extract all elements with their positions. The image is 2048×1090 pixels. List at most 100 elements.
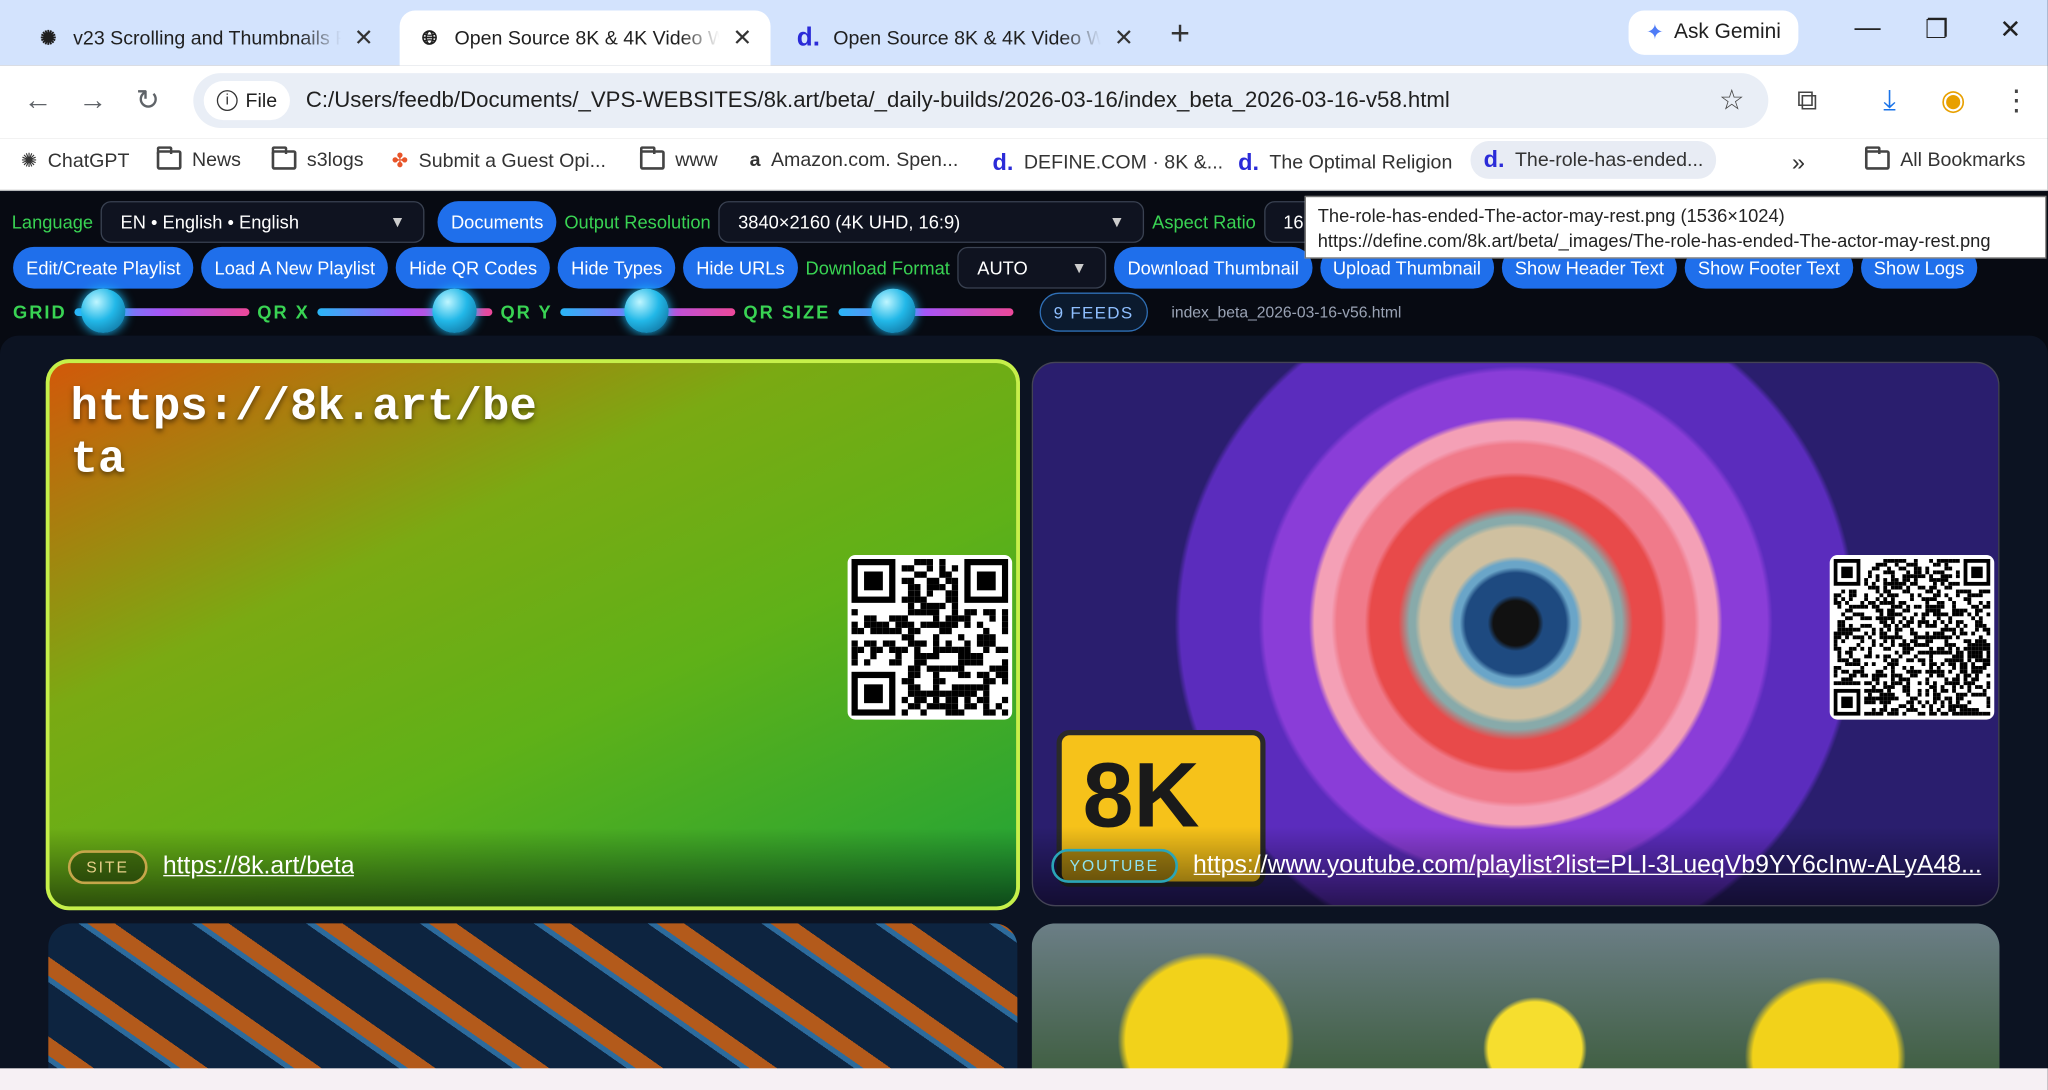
bookmark-submit-guest[interactable]: ✤ Submit a Guest Opi... (392, 149, 606, 173)
cast-search-icon[interactable]: ⧉ (1797, 84, 1818, 118)
grid-slider[interactable] (74, 288, 250, 334)
pinwheel-icon: ✤ (391, 150, 409, 173)
bookmark-define[interactable]: d. DEFINE.COM · 8K &... (993, 149, 1224, 176)
chevron-down-icon: ▼ (389, 212, 406, 232)
define-d-icon: d. (1238, 148, 1259, 176)
url-text[interactable]: C:/Users/feedb/Documents/_VPS-WEBSITES/8… (306, 88, 1450, 114)
chatgpt-icon: ✺ (40, 27, 57, 50)
download-format-value: AUTO (977, 257, 1028, 279)
bookmarks-bar: ✺ ChatGPT News s3logs ✤ Submit a Guest Opi… (0, 138, 2048, 191)
page-content: Language EN • English • English ▼ Documen… (0, 191, 2048, 1090)
profile-avatar-icon[interactable]: ◉ (1941, 84, 1966, 118)
menu-dots-icon[interactable]: ⋮ (2002, 84, 2031, 118)
bookmark-label: The-role-has-ended... (1514, 148, 1704, 172)
download-format-select[interactable]: AUTO ▼ (957, 246, 1107, 289)
image-tooltip: The-role-has-ended-The-actor-may-rest.pn… (1304, 195, 2047, 259)
address-bar[interactable]: i File C:/Users/feedb/Documents/_VPS-WEB… (193, 73, 1769, 128)
output-resolution-select[interactable]: 3840×2160 (4K UHD, 16:9) ▼ (718, 201, 1145, 243)
feed-card-thumbnail-4[interactable] (1031, 923, 2000, 1090)
bookmark-www[interactable]: www (639, 146, 718, 171)
define-d-icon: d. (992, 148, 1014, 176)
hide-urls-button[interactable]: Hide URLs (683, 246, 798, 289)
folder-icon (156, 146, 182, 170)
more-bookmarks-chevron-icon[interactable]: » (1792, 149, 1805, 176)
new-tab-button[interactable]: + (1170, 13, 1190, 53)
all-bookmarks[interactable]: All Bookmarks (1864, 146, 2026, 172)
download-icon[interactable]: ⤓ (1883, 84, 1896, 118)
qr-code (1829, 555, 1995, 720)
qr-code (847, 555, 1013, 720)
output-resolution-value: 3840×2160 (4K UHD, 16:9) (738, 211, 961, 233)
hide-types-button[interactable]: Hide Types (558, 246, 676, 289)
gemini-sparkle-icon: ✦ (1646, 22, 1664, 45)
language-label: Language (11, 211, 94, 233)
bookmark-role-has-ended[interactable]: d. The-role-has-ended... (1470, 141, 1717, 179)
qr-code-image (1833, 558, 1991, 716)
close-window-icon[interactable]: ✕ (1999, 13, 2021, 46)
close-tab-icon[interactable]: ✕ (354, 24, 374, 51)
tab-title: v23 Scrolling and Thumbnails Fi (73, 26, 341, 49)
controls-row-sliders: GRID QR X QR Y QR SIZE 9 FEEDS index_bet… (13, 288, 1401, 334)
restore-icon[interactable]: ❐ (1925, 13, 1948, 46)
feed-card-youtube[interactable]: 8K YOUTUBE https://www.youtube.com/playl… (1031, 361, 2000, 907)
qr-size-slider[interactable] (838, 288, 1014, 334)
browser-toolbar: ← → ↻ i File C:/Users/feedb/Documents/_V… (0, 65, 2048, 139)
os-taskbar (0, 1068, 2048, 1090)
controls-row-1: Language EN • English • English ▼ Documen… (11, 201, 1369, 243)
load-playlist-button[interactable]: Load A New Playlist (201, 246, 389, 289)
edit-create-playlist-button[interactable]: Edit/Create Playlist (13, 246, 194, 289)
tooltip-line-2: https://define.com/8k.art/beta/_images/T… (1317, 229, 1991, 251)
language-select[interactable]: EN • English • English ▼ (100, 201, 425, 243)
globe-icon: 🌐︎ (421, 26, 438, 49)
bookmark-star-icon[interactable]: ☆ (1719, 84, 1745, 118)
tab-open-source-define[interactable]: d. Open Source 8K & 4K Video Wa ✕ (778, 10, 1154, 65)
forward-icon[interactable]: → (78, 84, 107, 118)
bookmark-amazon[interactable]: a Amazon.com. Spen... (750, 149, 959, 171)
chatgpt-icon: ✺ (20, 150, 38, 173)
grid-slider-label: GRID (13, 301, 67, 323)
bookmark-label: Amazon.com. Spen... (770, 148, 959, 172)
bookmark-label: s3logs (306, 148, 364, 172)
file-label: File (245, 89, 278, 112)
card-url-link[interactable]: https://www.youtube.com/playlist?list=PL… (1193, 852, 1982, 881)
bookmark-optimal-religion[interactable]: d. The Optimal Religion (1238, 149, 1452, 176)
tab-open-source-active[interactable]: 🌐︎ Open Source 8K & 4K Video Wa ✕ (399, 10, 771, 66)
feed-card-site[interactable]: https://8k.art/beta SITE https://8k.art/… (45, 359, 1020, 911)
info-icon: i (216, 90, 238, 112)
feed-card-thumbnail-3[interactable] (48, 923, 1018, 1090)
qr-x-slider[interactable] (317, 288, 493, 334)
qr-y-slider-label: QR Y (500, 301, 553, 323)
back-icon[interactable]: ← (24, 84, 53, 118)
feeds-count-badge[interactable]: 9 FEEDS (1039, 292, 1148, 332)
tab-chatgpt[interactable]: ✺ v23 Scrolling and Thumbnails Fi ✕ (18, 10, 397, 65)
minimize-icon[interactable]: — (1855, 13, 1881, 43)
slider-knob[interactable] (432, 288, 477, 334)
download-thumbnail-button[interactable]: Download Thumbnail (1114, 246, 1312, 289)
close-tab-icon[interactable]: ✕ (1114, 24, 1134, 51)
ask-gemini-button[interactable]: ✦ Ask Gemini (1628, 10, 1799, 55)
slider-knob[interactable] (870, 288, 916, 334)
all-bookmarks-label: All Bookmarks (1900, 148, 2026, 172)
amazon-icon: a (749, 148, 761, 172)
slider-knob[interactable] (624, 288, 669, 334)
define-d-icon: d. (796, 22, 821, 52)
close-tab-icon[interactable]: ✕ (733, 24, 753, 51)
tooltip-line-1: The-role-has-ended-The-actor-may-rest.pn… (1317, 205, 1785, 226)
hide-qr-codes-button[interactable]: Hide QR Codes (396, 246, 551, 289)
reload-icon[interactable]: ↻ (136, 84, 160, 118)
slider-knob[interactable] (80, 288, 126, 334)
qr-size-slider-label: QR SIZE (743, 301, 831, 323)
card-url-link[interactable]: https://8k.art/beta (163, 853, 355, 882)
bookmark-label: News (191, 148, 241, 172)
bookmark-s3logs[interactable]: s3logs (271, 146, 364, 172)
site-info-chip[interactable]: i File (203, 80, 291, 121)
qr-y-slider[interactable] (560, 288, 736, 334)
tab-title: Open Source 8K & 4K Video Wa (454, 26, 720, 49)
documents-button[interactable]: Documents (437, 201, 557, 243)
bookmark-label: The Optimal Religion (1269, 151, 1453, 174)
tab-title: Open Source 8K & 4K Video Wa (833, 26, 1101, 49)
bookmark-label: DEFINE.COM · 8K &... (1023, 151, 1224, 174)
bookmark-news[interactable]: News (156, 146, 241, 172)
bookmark-chatgpt[interactable]: ✺ ChatGPT (21, 149, 130, 173)
output-resolution-label: Output Resolution (564, 211, 711, 233)
